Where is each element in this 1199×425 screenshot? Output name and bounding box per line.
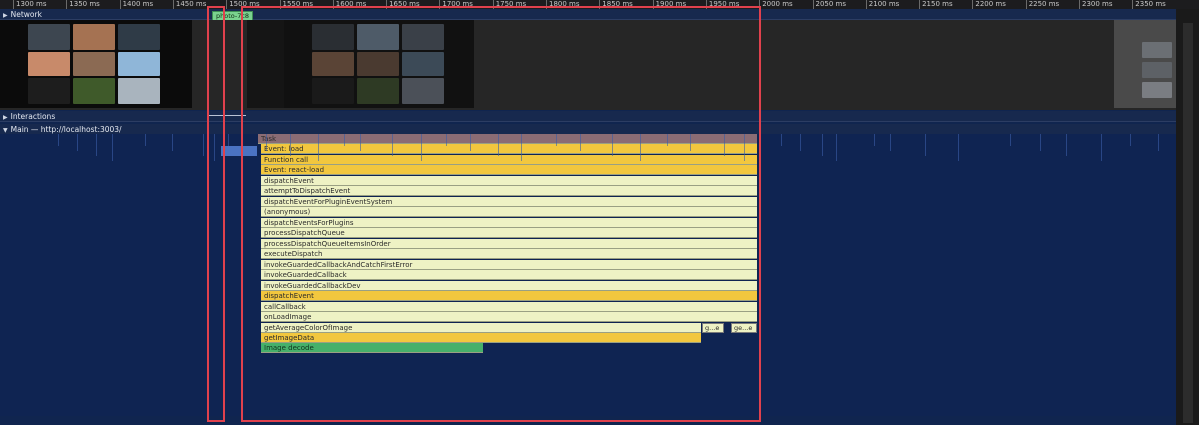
activity-mark	[781, 134, 782, 146]
activity-mark	[836, 134, 837, 161]
activity-mark	[96, 134, 97, 156]
collapse-triangle-icon: ▼	[3, 127, 8, 134]
activity-mark	[203, 134, 204, 156]
activity-mark	[172, 134, 173, 151]
expand-triangle-icon: ▶	[3, 12, 8, 19]
scrollbar-thumb[interactable]	[1183, 23, 1193, 423]
ruler-tick: 2050 ms	[812, 0, 846, 9]
ruler-tick: 2350 ms	[1132, 0, 1166, 9]
ruler-tick: 1400 ms	[119, 0, 153, 9]
activity-mark	[1158, 134, 1159, 151]
activity-mark	[1066, 134, 1067, 156]
activity-mark	[925, 134, 926, 156]
thumbnail-image	[1142, 42, 1172, 58]
screenshot-frame[interactable]	[1114, 20, 1176, 108]
activity-mark	[800, 134, 801, 151]
thumbnail-image	[73, 52, 115, 76]
expand-triangle-icon: ▶	[3, 114, 8, 121]
ruler-tick: 2150 ms	[919, 0, 953, 9]
activity-mark	[874, 134, 875, 146]
activity-mark	[112, 134, 113, 161]
thumbnail-image	[118, 52, 160, 76]
screenshot-frame[interactable]	[0, 20, 192, 108]
ruler-tick: 2250 ms	[1025, 0, 1059, 9]
ruler-tick: 1350 ms	[66, 0, 100, 9]
thumbnail-image	[28, 78, 70, 104]
ruler-tick: 2000 ms	[759, 0, 793, 9]
thumbnail-image	[118, 24, 160, 50]
activity-mark	[58, 134, 59, 146]
thumbnail-image	[28, 52, 70, 76]
activity-mark	[1101, 134, 1102, 161]
activity-mark	[1130, 134, 1131, 146]
thumbnail-image	[1142, 62, 1172, 78]
thumbnail-image	[73, 78, 115, 104]
interactions-track-label[interactable]: ▶ Interactions	[3, 112, 55, 121]
ruler-tick: 2200 ms	[972, 0, 1006, 9]
thumbnail-image	[28, 24, 70, 50]
thumbnail-image	[1142, 82, 1172, 98]
activity-mark	[77, 134, 78, 151]
selection-highlight	[241, 6, 761, 422]
thumbnail-image	[73, 24, 115, 50]
activity-mark	[228, 134, 229, 146]
ruler-tick: 1450 ms	[172, 0, 206, 9]
network-track-label[interactable]: ▶ Network	[3, 10, 42, 19]
activity-mark	[1040, 134, 1041, 151]
ruler-tick: 2100 ms	[865, 0, 899, 9]
activity-mark	[890, 134, 891, 151]
thumbnail-image	[118, 78, 160, 104]
activity-mark	[145, 134, 146, 146]
activity-mark	[822, 134, 823, 156]
vertical-scrollbar[interactable]	[1176, 9, 1199, 425]
ruler-tick: 1300 ms	[13, 0, 47, 9]
ruler-tick: 2300 ms	[1079, 0, 1113, 9]
main-thread-track-label[interactable]: ▼ Main — http://localhost:3003/	[3, 125, 122, 134]
activity-mark	[1010, 134, 1011, 146]
activity-mark	[958, 134, 959, 161]
selection-highlight	[207, 6, 225, 422]
